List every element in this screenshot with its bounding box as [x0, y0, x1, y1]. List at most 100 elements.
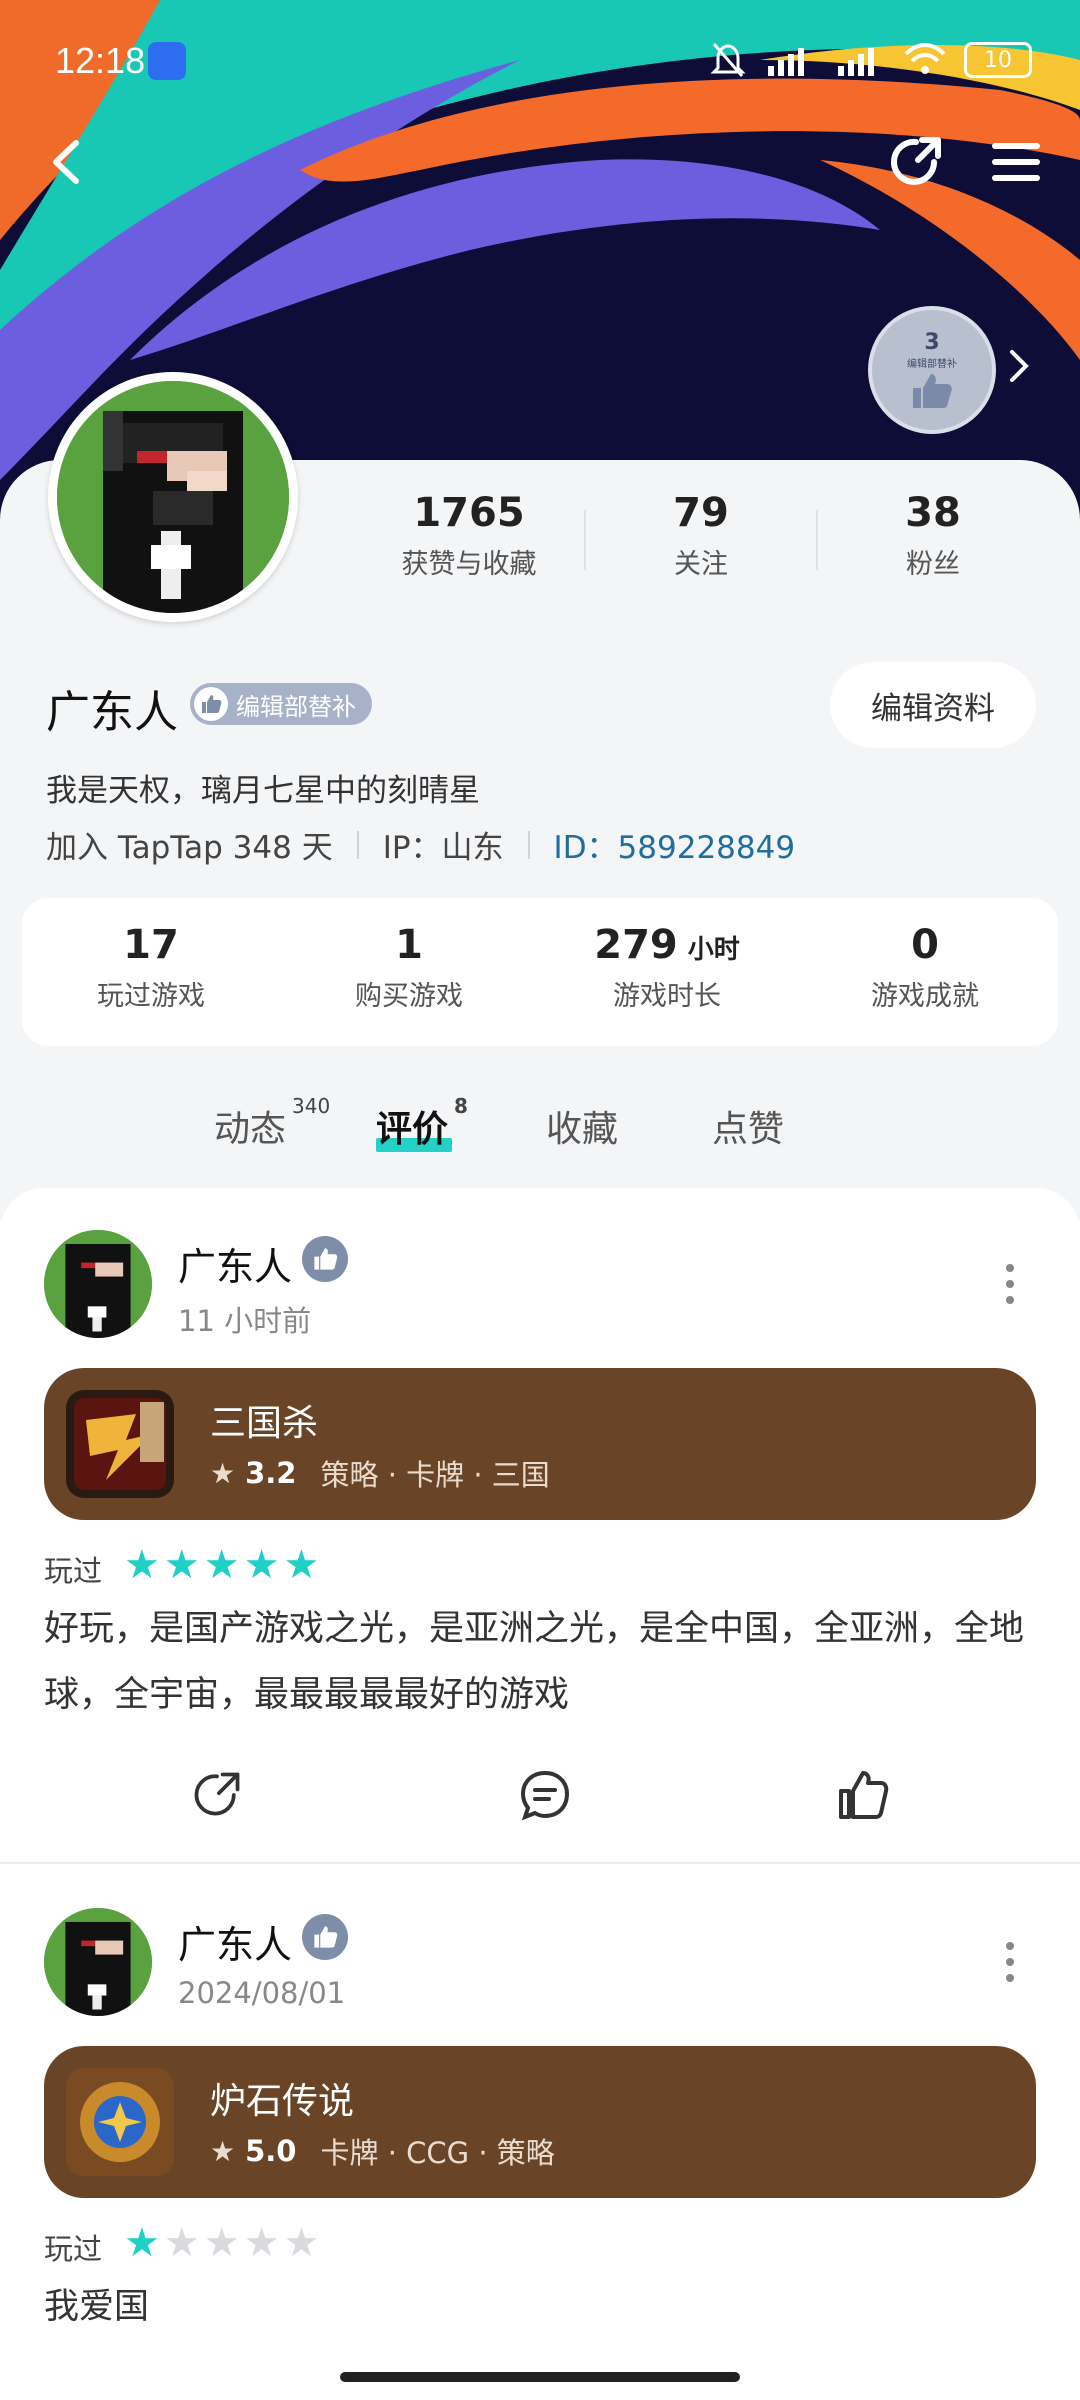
play-time-label: 游戏时长	[613, 981, 721, 1012]
game-card[interactable]: 三国杀 ★ 3.2 策略 · 卡牌 · 三国	[44, 1368, 1036, 1520]
play-time-value: 279	[594, 922, 678, 968]
joined-days: 加入 TapTap 348 天	[46, 830, 333, 866]
comment-button[interactable]	[510, 1760, 580, 1830]
post-author-avatar[interactable]	[44, 1908, 152, 2016]
games-played-label: 玩过游戏	[97, 981, 205, 1012]
game-card[interactable]: 炉石传说 ★ 5.0 卡牌 · CCG · 策略	[44, 2046, 1036, 2198]
share-button[interactable]	[878, 124, 954, 200]
play-time-unit: 小时	[687, 935, 740, 965]
post-time: 11 小时前	[178, 1304, 312, 1338]
home-indicator[interactable]	[340, 2372, 740, 2382]
user-id[interactable]: ID：589228849	[554, 822, 796, 867]
post-more-button[interactable]	[990, 1254, 1030, 1314]
star-icon: ★	[243, 2220, 280, 2266]
tab-likes-label: 点赞	[712, 1109, 785, 1150]
share-post-button[interactable]	[182, 1760, 252, 1830]
stat-likes[interactable]: 1765 获赞与收藏	[354, 490, 584, 581]
star-icon: ★	[163, 2220, 200, 2266]
star-icon: ★	[203, 1542, 240, 1588]
tab-reviews-label: 评价	[376, 1109, 449, 1150]
stat-following-label: 关注	[674, 549, 728, 580]
review-text[interactable]: 我爱国	[44, 2274, 1044, 2340]
profile-bio: 我是天权，璃月七星中的刻晴星	[46, 773, 480, 809]
rating-stars: ★ ★ ★ ★ ★	[124, 1545, 319, 1585]
game-rating: 5.0	[245, 2134, 297, 2168]
post-author-name[interactable]: 广东人	[178, 1236, 292, 1291]
stat-following[interactable]: 79 关注	[586, 490, 816, 581]
achievements-value: 0	[911, 922, 939, 968]
verified-icon	[302, 1236, 348, 1282]
games-bought-label: 购买游戏	[355, 981, 463, 1012]
back-arrow-icon	[53, 140, 79, 184]
tab-favorites-label: 收藏	[546, 1109, 619, 1150]
share-icon	[891, 137, 941, 185]
achievement-level: 3	[924, 330, 940, 355]
achievement-badge[interactable]: 3 编辑部替补	[868, 306, 996, 434]
game-tags: 卡牌 · CCG · 策略	[320, 2136, 555, 2170]
post-author-name[interactable]: 广东人	[178, 1914, 292, 1969]
stat-likes-label: 获赞与收藏	[401, 549, 537, 580]
back-button[interactable]	[28, 124, 104, 200]
post-author-avatar[interactable]	[44, 1230, 152, 1338]
status-time: 12:18	[55, 40, 146, 81]
games-played-value: 17	[123, 922, 179, 968]
rating-star-icon: ★	[210, 1456, 236, 1490]
game-icon-hearthstone	[66, 2068, 174, 2176]
games-bought-stat[interactable]: 1 购买游戏	[280, 922, 538, 1013]
post-time: 2024/08/01	[178, 1976, 346, 2010]
status-icons: 10	[710, 40, 1032, 80]
tab-reviews[interactable]: 评价8	[376, 1094, 468, 1152]
stat-followers[interactable]: 38 粉丝	[818, 490, 1048, 581]
star-icon: ★	[163, 1542, 200, 1588]
menu-icon	[992, 143, 1040, 181]
star-icon: ★	[283, 1542, 320, 1588]
editor-badge[interactable]: 编辑部替补	[190, 683, 372, 725]
game-title: 三国杀	[210, 1403, 319, 1444]
star-icon: ★	[124, 1542, 160, 1588]
profile-username: 广东人	[46, 687, 178, 738]
played-label: 玩过	[44, 1554, 103, 1588]
achievements-stat[interactable]: 0 游戏成就	[796, 922, 1054, 1013]
tab-likes[interactable]: 点赞	[712, 1100, 784, 1152]
like-button[interactable]	[828, 1760, 898, 1830]
played-label: 玩过	[44, 2232, 103, 2266]
comment-icon	[520, 1770, 570, 1821]
rating-star-icon: ★	[210, 2134, 236, 2168]
badge-thumbs-icon	[194, 687, 228, 721]
stat-following-value: 79	[673, 490, 729, 536]
game-icon-sanguosha	[66, 1390, 174, 1498]
thumbs-up-icon	[913, 374, 952, 408]
share-icon	[194, 1772, 240, 1816]
tab-favorites[interactable]: 收藏	[546, 1100, 618, 1152]
profile-avatar[interactable]	[48, 372, 298, 622]
play-time-stat[interactable]: 279 小时 游戏时长	[538, 922, 796, 1013]
game-stats-card: 17 玩过游戏 1 购买游戏 279 小时 游戏时长 0 游戏成就	[22, 898, 1058, 1046]
post-divider	[0, 1862, 1080, 1864]
meta-divider	[356, 830, 359, 859]
game-title: 炉石传说	[210, 2081, 355, 2122]
star-icon: ★	[243, 1542, 280, 1588]
star-icon: ★	[203, 2220, 240, 2266]
edit-profile-button[interactable]: 编辑资料	[830, 662, 1036, 748]
badge-chevron-icon[interactable]	[1004, 346, 1034, 390]
editor-badge-label: 编辑部替补	[236, 692, 356, 721]
menu-button[interactable]	[978, 124, 1054, 200]
rating-stars: ★ ★ ★ ★ ★	[124, 2223, 319, 2263]
ip-location: IP：山东	[382, 830, 504, 866]
mute-bell-icon	[710, 43, 746, 77]
game-tags: 策略 · 卡牌 · 三国	[320, 1458, 550, 1492]
achievements-label: 游戏成就	[871, 981, 979, 1012]
tab-activity-count: 340	[292, 1094, 331, 1118]
star-icon: ★	[283, 2220, 320, 2266]
review-text[interactable]: 好玩，是国产游戏之光，是亚洲之光，是全中国，全亚洲，全地球，全宇宙，最最最最最好…	[44, 1596, 1044, 1728]
games-played-stat[interactable]: 17 玩过游戏	[22, 922, 280, 1013]
post-more-button[interactable]	[990, 1932, 1030, 1992]
star-icon: ★	[124, 2220, 160, 2266]
signal-icon-2	[838, 48, 874, 76]
battery-icon: 10	[964, 42, 1032, 78]
tab-activity-label: 动态	[214, 1109, 287, 1150]
avatar-image	[57, 381, 289, 613]
game-rating: 3.2	[245, 1456, 297, 1490]
tab-activity[interactable]: 动态340	[214, 1094, 330, 1152]
game-meta: ★ 3.2 策略 · 卡牌 · 三国	[210, 1452, 550, 1494]
